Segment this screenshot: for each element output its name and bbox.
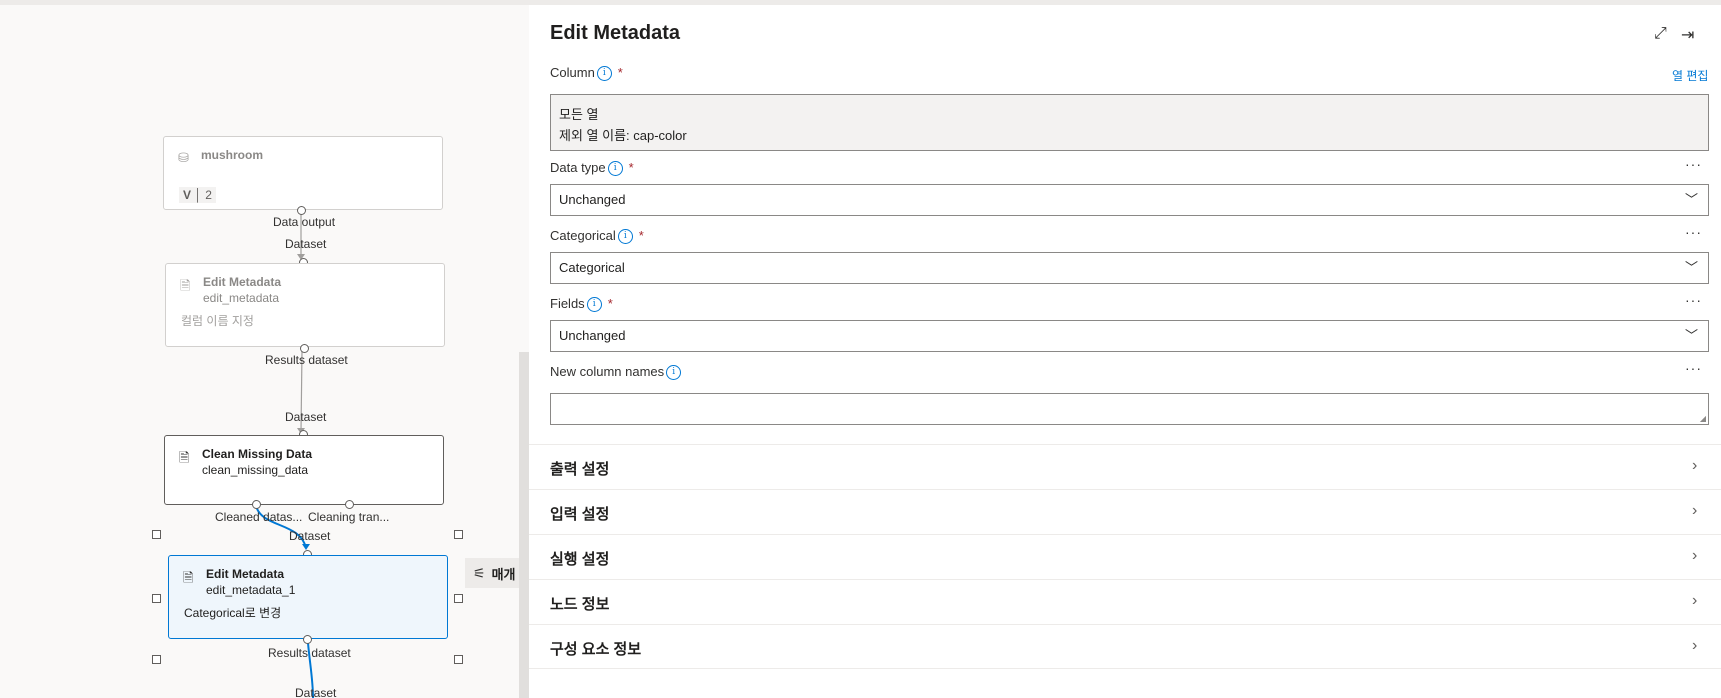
pipeline-canvas[interactable]: ⛁ mushroom V │ 2 Data output Dataset 🗎 E… bbox=[0, 0, 529, 698]
chevron-right-icon: › bbox=[1692, 592, 1698, 609]
resize-handle[interactable] bbox=[454, 655, 463, 664]
node-description: 컬럼 이름 지정 bbox=[181, 314, 254, 328]
node-mushroom-dataset[interactable]: ⛁ mushroom V │ 2 bbox=[163, 136, 443, 210]
port-label-data-output: Data output bbox=[273, 215, 336, 229]
output-port[interactable] bbox=[297, 206, 306, 215]
chevron-right-icon: › bbox=[1692, 502, 1698, 519]
node-title: Edit Metadata bbox=[203, 275, 282, 289]
canvas-scrollbar[interactable] bbox=[519, 352, 529, 698]
column-value-line1: 모든 열 bbox=[559, 107, 599, 122]
dropdown-value: Unchanged bbox=[559, 328, 626, 343]
info-icon[interactable]: i bbox=[596, 66, 612, 81]
new-column-names-label: New column names i bbox=[550, 364, 682, 380]
info-icon[interactable]: i bbox=[617, 229, 633, 244]
resize-grip-icon[interactable]: ◢ bbox=[1700, 414, 1706, 423]
resize-handle[interactable] bbox=[152, 655, 161, 664]
version-badge: V │ 2 bbox=[179, 187, 216, 203]
more-options-icon[interactable]: ··· bbox=[1685, 360, 1702, 376]
new-column-names-input[interactable]: ◢ bbox=[550, 393, 1709, 425]
node-subtitle: clean_missing_data bbox=[202, 463, 309, 477]
data-type-label: Data type i * bbox=[550, 160, 634, 176]
section-component-info[interactable]: 구성 요소 정보 › bbox=[529, 624, 1721, 669]
expand-icon[interactable]: ⤢ bbox=[1654, 25, 1667, 43]
column-value-line2: 제외 열 이름: cap-color bbox=[559, 128, 687, 143]
resize-handle[interactable] bbox=[454, 530, 463, 539]
data-type-dropdown[interactable]: Unchanged ﹀ bbox=[550, 184, 1709, 216]
port-label-dataset: Dataset bbox=[295, 686, 337, 698]
panel-title: Edit Metadata bbox=[550, 22, 681, 44]
port-label-results-dataset: Results dataset bbox=[265, 353, 348, 367]
column-selection-box: 모든 열 제외 열 이름: cap-color bbox=[550, 94, 1709, 151]
module-icon: 🗎 bbox=[183, 570, 194, 585]
info-icon[interactable]: i bbox=[607, 161, 623, 176]
more-options-icon[interactable]: ··· bbox=[1685, 292, 1702, 308]
column-label: Column i * bbox=[550, 65, 623, 81]
node-title: Clean Missing Data bbox=[202, 447, 313, 461]
resize-handle[interactable] bbox=[152, 530, 161, 539]
port-label-dataset: Dataset bbox=[289, 529, 331, 543]
port-label-results-dataset: Results dataset bbox=[268, 646, 351, 660]
section-output-settings[interactable]: 출력 설정 › bbox=[529, 444, 1721, 489]
chevron-down-icon: ﹀ bbox=[1684, 260, 1698, 275]
node-title: Edit Metadata bbox=[206, 567, 285, 581]
section-label: 출력 설정 bbox=[550, 461, 610, 478]
dropdown-value: Categorical bbox=[559, 260, 625, 275]
fields-dropdown[interactable]: Unchanged ﹀ bbox=[550, 320, 1709, 352]
module-icon: 🗎 bbox=[179, 450, 190, 465]
section-input-settings[interactable]: 입력 설정 › bbox=[529, 489, 1721, 534]
sliders-icon: ⚟ bbox=[473, 564, 486, 581]
section-run-settings[interactable]: 실행 설정 › bbox=[529, 534, 1721, 579]
node-subtitle: edit_metadata_1 bbox=[206, 583, 296, 597]
chevron-right-icon: › bbox=[1692, 547, 1698, 564]
parameters-tab-label: 매개 bbox=[491, 566, 516, 582]
info-icon[interactable]: i bbox=[666, 365, 682, 380]
more-options-icon[interactable]: ··· bbox=[1685, 156, 1702, 172]
chevron-down-icon: ﹀ bbox=[1684, 328, 1698, 343]
section-label: 입력 설정 bbox=[550, 506, 610, 523]
node-description: Categorical로 변경 bbox=[184, 606, 282, 620]
chevron-right-icon: › bbox=[1692, 637, 1698, 654]
output-port-transform[interactable] bbox=[345, 500, 354, 509]
node-subtitle: edit_metadata bbox=[203, 291, 280, 305]
output-port[interactable] bbox=[300, 344, 309, 353]
collapse-panel-icon[interactable]: ⇥ bbox=[1681, 25, 1694, 45]
resize-handle[interactable] bbox=[152, 594, 161, 603]
output-port[interactable] bbox=[303, 635, 312, 644]
fields-label: Fields i * bbox=[550, 296, 613, 312]
section-node-info[interactable]: 노드 정보 › bbox=[529, 579, 1721, 624]
port-label-dataset: Dataset bbox=[285, 237, 327, 251]
dropdown-value: Unchanged bbox=[559, 192, 626, 207]
categorical-dropdown[interactable]: Categorical ﹀ bbox=[550, 252, 1709, 284]
output-port-cleaned[interactable] bbox=[252, 500, 261, 509]
edit-columns-link[interactable]: 열 편집 bbox=[1672, 67, 1708, 84]
info-icon[interactable]: i bbox=[586, 297, 602, 312]
properties-panel: Edit Metadata ⤢ ⇥ Column i * 열 편집 모든 열 제외 … bbox=[529, 0, 1721, 698]
port-label-cleaned-dataset: Cleaned datas... bbox=[215, 510, 303, 524]
chevron-down-icon: ﹀ bbox=[1684, 192, 1698, 207]
resize-handle[interactable] bbox=[454, 594, 463, 603]
node-clean-missing-data[interactable]: 🗎 Clean Missing Data clean_missing_data bbox=[164, 435, 444, 505]
dataset-icon: ⛁ bbox=[178, 150, 189, 165]
port-label-dataset: Dataset bbox=[285, 410, 327, 424]
node-title: mushroom bbox=[201, 148, 264, 162]
module-icon: 🗎 bbox=[180, 278, 191, 293]
port-label-cleaning-transformation: Cleaning tran... bbox=[308, 510, 390, 524]
section-label: 구성 요소 정보 bbox=[550, 641, 642, 658]
categorical-label: Categorical i * bbox=[550, 228, 644, 244]
more-options-icon[interactable]: ··· bbox=[1685, 224, 1702, 240]
section-label: 실행 설정 bbox=[550, 551, 610, 568]
node-edit-metadata[interactable]: 🗎 Edit Metadata edit_metadata 컬럼 이름 지정 bbox=[165, 263, 445, 347]
section-label: 노드 정보 bbox=[550, 596, 610, 613]
node-edit-metadata-1[interactable]: 🗎 Edit Metadata edit_metadata_1 Categori… bbox=[168, 555, 448, 639]
chevron-right-icon: › bbox=[1692, 457, 1698, 474]
